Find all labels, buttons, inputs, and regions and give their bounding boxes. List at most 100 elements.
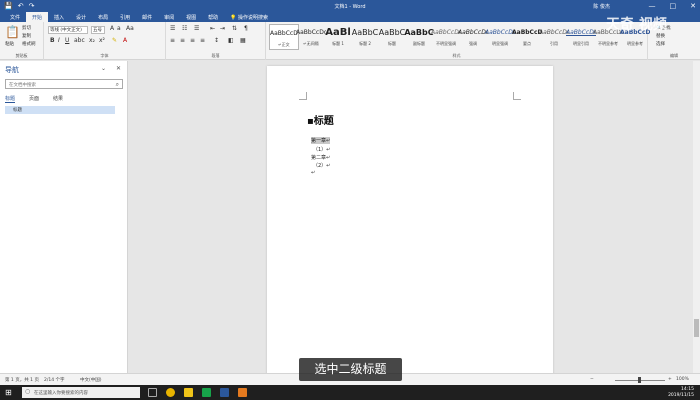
style-intense-quote[interactable]: AaBbCcDd 明显引用 [566, 24, 596, 50]
shading-icon[interactable]: ◧ [228, 37, 234, 44]
system-clock[interactable]: 14:15 2019/11/15 [668, 387, 694, 398]
font-size-select[interactable]: 五号 [91, 26, 105, 34]
style-heading-2[interactable]: AaBbC 标题 2 [350, 24, 380, 50]
font-label: 字体 [100, 53, 109, 58]
style-subtle-emphasis[interactable]: AaBbCcDd 不明显强调 [431, 24, 461, 50]
style-no-spacing[interactable]: AaBbCcDd ↵无间隔 [296, 24, 326, 50]
maximize-button[interactable]: □ [670, 2, 677, 10]
align-left-icon[interactable]: ≡ [170, 37, 175, 44]
task-view-icon[interactable] [148, 388, 157, 397]
tab-review[interactable]: 审阅 [158, 12, 180, 22]
user-name[interactable]: 陈 俊杰 [593, 3, 610, 10]
app-icon[interactable] [238, 388, 247, 397]
word-icon[interactable] [220, 388, 229, 397]
underline-icon[interactable]: U [65, 37, 69, 44]
doc-line-sub-2[interactable]: （2）↵ [313, 162, 330, 169]
bullets-icon[interactable]: ☰ [170, 25, 175, 32]
strikethrough-icon[interactable]: abc [74, 37, 85, 44]
increase-indent-icon[interactable]: ⇥ [220, 25, 225, 32]
show-marks-icon[interactable]: ¶ [244, 25, 248, 32]
windows-start-icon[interactable]: ⊞ [5, 388, 12, 397]
search-icon[interactable]: ⌕ [116, 81, 119, 89]
style-normal[interactable]: AaBbCcDd ↵正文 [269, 24, 299, 50]
tab-view[interactable]: 视图 [180, 12, 202, 22]
paste-icon[interactable]: 📋 [5, 25, 20, 39]
close-button[interactable]: ✕ [690, 2, 696, 10]
video-caption: 选中二级标题 [299, 358, 402, 381]
zoom-in-icon[interactable]: + [668, 377, 672, 382]
align-right-icon[interactable]: ≡ [190, 37, 195, 44]
cut-button[interactable]: 剪切 [22, 25, 31, 31]
change-case-icon[interactable]: Aa [126, 25, 134, 32]
justify-icon[interactable]: ≡ [200, 37, 205, 44]
borders-icon[interactable]: ▦ [240, 37, 246, 44]
file-explorer-icon[interactable] [184, 388, 193, 397]
nav-search-input[interactable]: 在文档中搜索 ⌕ [5, 79, 123, 89]
format-painter-button[interactable]: 格式刷 [22, 41, 36, 47]
zoom-slider-knob[interactable] [638, 377, 641, 383]
shrink-font-icon[interactable]: a [117, 25, 121, 32]
doc-line-sub-1[interactable]: （1）↵ [313, 146, 330, 153]
chevron-down-icon[interactable]: ⌄ [101, 65, 106, 72]
style-title[interactable]: AaBbC 标题 [377, 24, 407, 50]
align-center-icon[interactable]: ≡ [180, 37, 185, 44]
style-strong[interactable]: AaBbCcDd 要点 [512, 24, 542, 50]
word-count[interactable]: 2/14 个字 [44, 377, 65, 383]
italic-icon[interactable]: I [58, 37, 60, 44]
document-page[interactable]: ▪标题 第一章↵ （1）↵ 第二章↵ （2）↵ ↵ [267, 66, 553, 376]
style-quote[interactable]: AaBbCcDd 引用 [539, 24, 569, 50]
editing-label: 编辑 [670, 53, 678, 58]
vertical-scrollbar[interactable] [693, 61, 700, 373]
tab-layout[interactable]: 布局 [92, 12, 114, 22]
superscript-icon[interactable]: x² [99, 37, 105, 44]
tab-help[interactable]: 帮助 [202, 12, 224, 22]
line-spacing-icon[interactable]: ↕ [214, 37, 219, 44]
tab-insert[interactable]: 插入 [48, 12, 70, 22]
close-icon[interactable]: ✕ [116, 65, 121, 72]
wechat-icon[interactable] [202, 388, 211, 397]
font-name-select[interactable]: 等线 (中文正文) [48, 26, 88, 34]
nav-heading-item[interactable]: 标题 [5, 106, 115, 114]
zoom-level[interactable]: 100% [676, 377, 689, 382]
style-name: 标题 1 [332, 41, 344, 46]
decrease-indent-icon[interactable]: ⇤ [210, 25, 215, 32]
subscript-icon[interactable]: x₂ [89, 37, 95, 44]
style-intense-emphasis[interactable]: AaBbCcDd 明显强调 [485, 24, 515, 50]
nav-tab-results[interactable]: 结果 [53, 95, 63, 103]
select-button[interactable]: 选择 [656, 41, 665, 47]
taskbar-search-input[interactable]: ○ 在这里输入你要搜索的内容 [22, 387, 140, 398]
paste-button[interactable]: 粘贴 [5, 41, 14, 47]
nav-tab-headings[interactable]: 标题 [5, 95, 16, 103]
bold-icon[interactable]: B [50, 37, 55, 44]
tab-file[interactable]: 文件 [4, 12, 26, 22]
style-name: ↵无间隔 [303, 41, 319, 46]
doc-line-chapter-1[interactable]: 第一章↵ [311, 137, 331, 144]
minimize-button[interactable]: — [649, 2, 656, 10]
chrome-icon[interactable] [166, 388, 175, 397]
style-emphasis[interactable]: AaBbCcDd 强调 [458, 24, 488, 50]
style-subtitle[interactable]: AaBbC 副标题 [404, 24, 434, 50]
style-heading-1[interactable]: AaBl 标题 1 [323, 24, 353, 50]
page-count[interactable]: 第 1 页，共 1 页 [5, 377, 39, 383]
tell-me-search[interactable]: 💡 操作说明搜索 [224, 12, 274, 22]
grow-font-icon[interactable]: A [110, 25, 114, 32]
tab-design[interactable]: 设计 [70, 12, 92, 22]
scrollbar-thumb[interactable] [694, 319, 699, 337]
doc-title-text: 标题 [313, 116, 334, 127]
nav-tab-pages[interactable]: 页面 [29, 95, 39, 103]
multilevel-list-icon[interactable]: ☰ [194, 25, 199, 32]
highlight-icon[interactable]: ✎ [112, 37, 117, 44]
font-color-icon[interactable]: A [123, 37, 127, 44]
language-indicator[interactable]: 中文(中国) [80, 377, 102, 383]
doc-title-heading[interactable]: ▪标题 [307, 112, 334, 127]
tab-mailings[interactable]: 邮件 [136, 12, 158, 22]
tab-home[interactable]: 开始 [26, 12, 49, 22]
zoom-out-icon[interactable]: − [590, 377, 594, 382]
doc-line-empty[interactable]: ↵ [311, 170, 315, 176]
sort-icon[interactable]: ⇅ [232, 25, 237, 32]
copy-button[interactable]: 复制 [22, 33, 31, 39]
tab-references[interactable]: 引用 [114, 12, 136, 22]
numbering-icon[interactable]: ☷ [182, 25, 187, 32]
doc-line-chapter-2[interactable]: 第二章↵ [311, 154, 330, 161]
style-name: ↵正文 [278, 42, 290, 47]
